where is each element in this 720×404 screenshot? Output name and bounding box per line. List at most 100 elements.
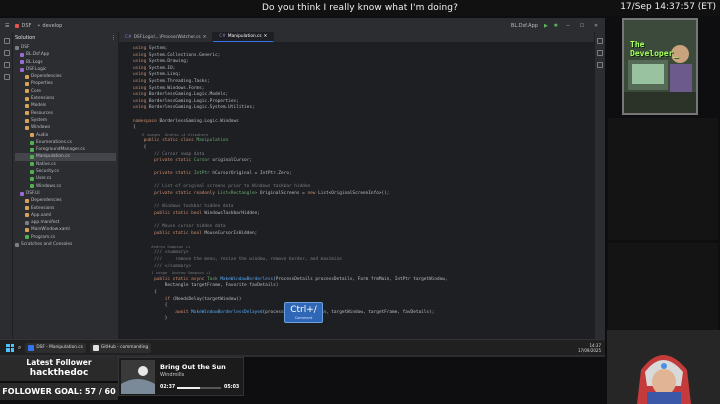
tree-item[interactable]: Native.cs — [15, 161, 116, 168]
ai-assistant-icon[interactable] — [596, 62, 603, 68]
code-token: private static — [133, 158, 194, 164]
panel-options-icon[interactable]: ⋮ — [111, 35, 116, 41]
code-line: if (NeedsDelay(targetWindow)) — [133, 297, 594, 304]
tree-item[interactable]: BL.Dsf.App — [15, 51, 116, 58]
tree-item-label: Native.cs — [36, 161, 56, 167]
tree-item[interactable]: BL.Logs — [15, 59, 116, 66]
tree-item-label: Dependencies — [31, 74, 62, 80]
tree-item[interactable]: Resources — [15, 110, 116, 117]
notifications-icon[interactable] — [596, 38, 603, 44]
tree-item-label: Dependencies — [31, 198, 62, 204]
code-token: if — [133, 296, 173, 302]
left-tool-strip — [1, 32, 13, 345]
maximize-button[interactable]: ☐ — [578, 23, 586, 29]
code-token: // Windows taskbar hidden data — [133, 204, 234, 210]
line-gutter — [119, 42, 133, 345]
main-menu-button[interactable]: ☰ — [5, 23, 9, 29]
tree-item[interactable]: App.xaml — [15, 212, 116, 219]
tree-item[interactable]: Windows — [15, 124, 116, 131]
csharp-file-icon: C# — [125, 34, 132, 40]
tree-item[interactable]: Extensions — [15, 95, 116, 102]
tree-item-icon — [25, 206, 29, 211]
tree-item-label: ForegroundManager.cs — [36, 147, 85, 153]
tree-item-icon — [25, 198, 29, 203]
editor-tab[interactable]: C# DSF.Logic\...\ProcessWatcher.cs ✕ — [119, 32, 214, 42]
minimize-button[interactable]: ─ — [564, 23, 572, 29]
tree-item[interactable]: MainWindow.xaml — [15, 226, 116, 233]
project-selector[interactable]: DSF — [15, 23, 31, 29]
code-token: Cursor — [193, 158, 213, 164]
tree-item[interactable]: Scratches and Consoles — [15, 241, 116, 248]
code-token: // Mouse cursor hidden data — [133, 224, 226, 230]
tree-item[interactable]: DSF.Logic — [15, 66, 116, 73]
code-line: } — [133, 316, 594, 323]
database-icon[interactable] — [596, 50, 603, 56]
tree-item-icon — [25, 104, 29, 109]
editor-tab[interactable]: C# Manipulation.cs ✕ — [213, 32, 275, 42]
structure-icon[interactable] — [3, 62, 10, 68]
tree-item[interactable]: Enumerations.cs — [15, 139, 116, 146]
code-line: await MakeWindowBorderlessDelayed(proces… — [133, 310, 594, 317]
run-button[interactable]: ▶ — [544, 23, 548, 29]
close-tab-icon[interactable]: ✕ — [203, 35, 207, 40]
tree-item[interactable]: Dependencies — [15, 197, 116, 204]
tree-item[interactable]: Audio — [15, 132, 116, 139]
tree-item-icon — [30, 169, 34, 174]
overlay-panel-upper — [608, 118, 718, 240]
code-line: /// </summary> — [133, 264, 594, 271]
taskbar-clock[interactable]: 14:37 17/09/2025 — [578, 343, 601, 353]
more-icon[interactable] — [3, 74, 10, 80]
code-line: { — [133, 125, 594, 132]
close-tab-icon[interactable]: ✕ — [264, 34, 268, 39]
code-line: public static class Manipulation — [133, 138, 594, 145]
tree-item[interactable]: User.cs — [15, 175, 116, 182]
tree-item[interactable]: Dependencies — [15, 73, 116, 80]
commit-icon[interactable] — [3, 50, 10, 56]
tree-item[interactable]: Core — [15, 88, 116, 95]
tree-item[interactable]: Models — [15, 102, 116, 109]
code-editor[interactable]: using System; using System.Collections.Ge… — [133, 42, 594, 345]
tree-item-icon — [30, 176, 34, 181]
editor: C# DSF.Logic\...\ProcessWatcher.cs ✕ C# Mani… — [119, 32, 594, 345]
taskbar-app[interactable]: DSF - Manipulation.cs — [25, 342, 86, 353]
search-icon[interactable]: ⌕ — [18, 344, 21, 352]
tree-item[interactable]: DSF.UI — [15, 190, 116, 197]
song-progress-track — [177, 387, 221, 389]
tree-item-label: MainWindow.xaml — [31, 227, 70, 233]
code-token: { — [133, 125, 136, 131]
latest-follower-label: Latest Follower — [26, 358, 92, 367]
webcam-caption-line2: Developer_ — [630, 49, 679, 58]
tree-item[interactable]: Security.cs — [15, 168, 116, 175]
code-line: using System.Linq; — [133, 72, 594, 79]
code-token: Task — [207, 276, 221, 282]
code-token: using — [133, 46, 149, 51]
taskbar-app[interactable]: GitHub - commanding — [89, 342, 152, 353]
tree-item[interactable]: Properties — [15, 80, 116, 87]
run-config-selector[interactable]: BL.Dsf.App — [511, 23, 538, 29]
tree-item[interactable]: DSF — [15, 44, 116, 51]
branch-selector[interactable]: ⑂ develop — [37, 23, 62, 29]
start-icon[interactable] — [6, 343, 14, 352]
tree-item[interactable]: app.manifest — [15, 219, 116, 226]
taskbar-app-label: GitHub - commanding — [100, 345, 149, 350]
tree-item-label: Windows — [31, 125, 51, 131]
tree-item[interactable]: System — [15, 117, 116, 124]
tree-item[interactable]: Manipulation.cs — [15, 153, 116, 161]
tree-item-label: DSF.Logic — [26, 66, 47, 72]
tree-item[interactable]: Windows.cs — [15, 183, 116, 190]
close-button[interactable]: ✕ — [592, 23, 600, 29]
code-token: using — [133, 105, 149, 111]
ide-body: Solution ⋮ DSF BL.Dsf.App BL.Logs DSF.Logic… — [1, 32, 604, 345]
song-title: Bring Out the Sun — [160, 363, 226, 371]
tree-item[interactable]: Program.cs — [15, 234, 116, 241]
code-token: List<OriginalScreenInfo>(); — [318, 191, 390, 197]
code-token: OriginalScreens = — [259, 191, 308, 197]
explorer-icon[interactable] — [3, 38, 10, 44]
project-icon — [15, 23, 20, 28]
code-line: public static bool WindowsTaskbarHidden; — [133, 211, 594, 218]
tree-item-icon — [20, 191, 24, 196]
tree-item[interactable]: ForegroundManager.cs — [15, 146, 116, 153]
debug-button[interactable]: ✱ — [554, 23, 558, 29]
tree-item[interactable]: Extensions — [15, 205, 116, 212]
code-token: public static bool — [133, 230, 205, 236]
